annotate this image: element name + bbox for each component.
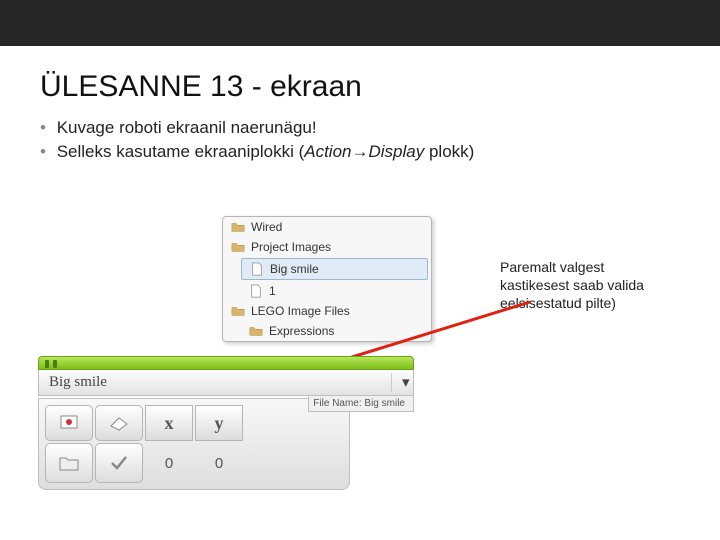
y-header: y [195, 405, 243, 441]
file-select-button[interactable] [45, 443, 93, 483]
file-icon [249, 284, 263, 298]
x-header: x [145, 405, 193, 441]
arrow-glyph: → [352, 142, 369, 161]
check-icon [109, 453, 129, 473]
folder-icon [231, 304, 245, 318]
folder-icon [249, 324, 263, 338]
controls-panel: x 0 y 0 [38, 398, 350, 490]
x-value[interactable]: 0 [145, 443, 193, 483]
list-item[interactable]: Wired [223, 217, 431, 237]
bullet-text: Kuvage roboti ekraanil naerunägu! [57, 118, 317, 137]
bullet-item: • Selleks kasutame ekraaniplokki (Action… [40, 142, 720, 162]
file-name-display: Big smile [39, 374, 391, 391]
list-item[interactable]: Project Images [223, 237, 431, 257]
bullet-text: Selleks kasutame ekraaniplokki ( [57, 142, 305, 161]
list-item[interactable]: LEGO Image Files [223, 301, 431, 321]
display-mode-button[interactable] [45, 405, 93, 441]
item-label: 1 [269, 284, 276, 298]
item-label: Wired [251, 220, 282, 234]
list-item[interactable]: Expressions [241, 321, 431, 341]
item-label: Expressions [269, 324, 334, 338]
slide-title: ÜLESANNE 13 - ekraan [40, 70, 720, 104]
list-item-selected[interactable]: Big smile [241, 258, 428, 280]
folder-open-icon [58, 454, 80, 472]
image-dropdown[interactable]: Wired Project Images Big smile 1 LEGO Im… [222, 216, 432, 342]
bullet-dot: • [40, 118, 46, 137]
dropdown-toggle-icon[interactable]: ▾ [391, 373, 413, 392]
folder-icon [231, 240, 245, 254]
folder-icon [231, 220, 245, 234]
bullet-list: • Kuvage roboti ekraanil naerunägu! • Se… [40, 118, 720, 162]
top-bar [0, 0, 720, 46]
file-icon [250, 262, 264, 276]
file-field-row[interactable]: Big smile ▾ [38, 370, 414, 396]
confirm-button[interactable] [95, 443, 143, 483]
file-name-tag: File Name: Big smile [308, 396, 414, 412]
clear-screen-button[interactable] [95, 405, 143, 441]
display-icon [58, 412, 80, 434]
y-value[interactable]: 0 [195, 443, 243, 483]
block-header-bar[interactable] [38, 356, 414, 370]
item-label: Big smile [270, 262, 319, 276]
action-word: Action [304, 142, 351, 161]
display-block-panel: Big smile ▾ File Name: Big smile x 0 y [38, 356, 414, 490]
side-note: Paremalt valgest kastikesest saab valida… [500, 258, 670, 313]
item-label: LEGO Image Files [251, 304, 350, 318]
bullet-dot: • [40, 142, 46, 161]
item-label: Project Images [251, 240, 331, 254]
list-item[interactable]: 1 [241, 281, 431, 301]
display-word: Display [369, 142, 425, 161]
eraser-icon [107, 414, 131, 432]
bullet-item: • Kuvage roboti ekraanil naerunägu! [40, 118, 720, 138]
bullet-text-tail: plokk) [424, 142, 474, 161]
